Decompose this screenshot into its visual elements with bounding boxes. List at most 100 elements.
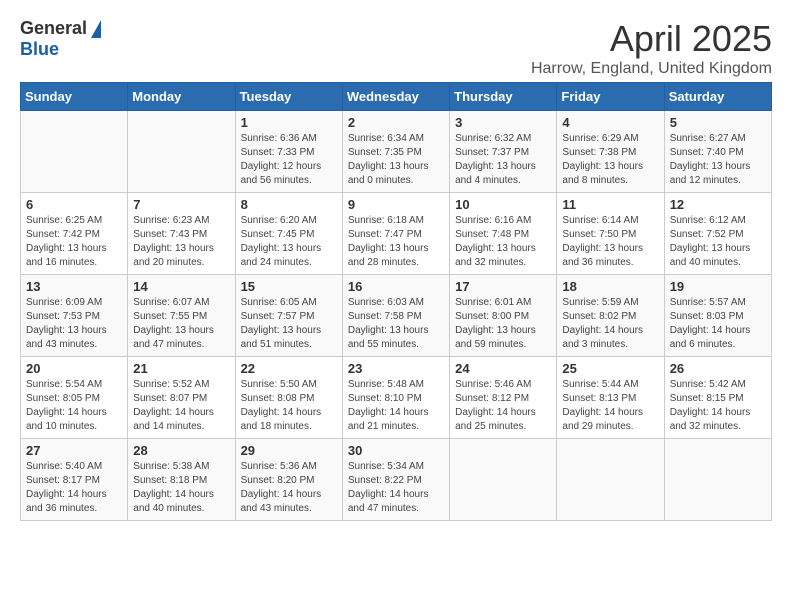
- calendar-day-cell: 4 Sunrise: 6:29 AM Sunset: 7:38 PM Daylig…: [557, 111, 664, 193]
- day-number: 8: [241, 197, 337, 212]
- day-info: Sunrise: 5:59 AM Sunset: 8:02 PM Dayligh…: [562, 296, 658, 352]
- day-number: 9: [348, 197, 444, 212]
- day-info: Sunrise: 5:57 AM Sunset: 8:03 PM Dayligh…: [670, 296, 766, 352]
- calendar-header-row: SundayMondayTuesdayWednesdayThursdayFrid…: [21, 83, 772, 111]
- day-info: Sunrise: 6:16 AM Sunset: 7:48 PM Dayligh…: [455, 214, 551, 270]
- calendar-week-row: 1 Sunrise: 6:36 AM Sunset: 7:33 PM Daylig…: [21, 111, 772, 193]
- day-number: 10: [455, 197, 551, 212]
- calendar-day-cell: [664, 439, 771, 521]
- day-info: Sunrise: 6:27 AM Sunset: 7:40 PM Dayligh…: [670, 132, 766, 188]
- day-info: Sunrise: 5:42 AM Sunset: 8:15 PM Dayligh…: [670, 378, 766, 434]
- day-info: Sunrise: 6:25 AM Sunset: 7:42 PM Dayligh…: [26, 214, 122, 270]
- day-info: Sunrise: 5:38 AM Sunset: 8:18 PM Dayligh…: [133, 460, 229, 516]
- day-number: 18: [562, 279, 658, 294]
- calendar-day-cell: 26Sunrise: 5:42 AM Sunset: 8:15 PM Dayli…: [664, 357, 771, 439]
- calendar-day-cell: 3 Sunrise: 6:32 AM Sunset: 7:37 PM Daylig…: [450, 111, 557, 193]
- day-number: 6: [26, 197, 122, 212]
- day-number: 19: [670, 279, 766, 294]
- calendar-day-cell: 2Sunrise: 6:34 AM Sunset: 7:35 PM Daylig…: [342, 111, 449, 193]
- day-number: 15: [241, 279, 337, 294]
- day-info: Sunrise: 6:34 AM Sunset: 7:35 PM Dayligh…: [348, 132, 444, 188]
- calendar-day-cell: 12 Sunrise: 6:12 AM Sunset: 7:52 PM Dayli…: [664, 193, 771, 275]
- calendar-day-header: Friday: [557, 83, 664, 111]
- day-number: 7: [133, 197, 229, 212]
- day-number: 14: [133, 279, 229, 294]
- day-info: Sunrise: 6:36 AM Sunset: 7:33 PM Dayligh…: [241, 132, 337, 188]
- day-number: 30: [348, 443, 444, 458]
- calendar-day-cell: [128, 111, 235, 193]
- calendar-week-row: 6 Sunrise: 6:25 AM Sunset: 7:42 PM Daylig…: [21, 193, 772, 275]
- day-number: 11: [562, 197, 658, 212]
- day-number: 5: [670, 115, 766, 130]
- day-number: 4: [562, 115, 658, 130]
- calendar-day-cell: 14 Sunrise: 6:07 AM Sunset: 7:55 PM Dayli…: [128, 275, 235, 357]
- day-info: Sunrise: 6:29 AM Sunset: 7:38 PM Dayligh…: [562, 132, 658, 188]
- calendar-day-cell: 30 Sunrise: 5:34 AM Sunset: 8:22 PM Dayli…: [342, 439, 449, 521]
- logo-general-text: General: [20, 18, 87, 39]
- calendar-day-cell: 24 Sunrise: 5:46 AM Sunset: 8:12 PM Dayli…: [450, 357, 557, 439]
- calendar-day-cell: 19 Sunrise: 5:57 AM Sunset: 8:03 PM Dayli…: [664, 275, 771, 357]
- day-number: 29: [241, 443, 337, 458]
- day-info: Sunrise: 6:14 AM Sunset: 7:50 PM Dayligh…: [562, 214, 658, 270]
- logo-blue-text: Blue: [20, 39, 59, 60]
- day-info: Sunrise: 6:18 AM Sunset: 7:47 PM Dayligh…: [348, 214, 444, 270]
- day-number: 25: [562, 361, 658, 376]
- header: General Blue April 2025 Harrow, England,…: [10, 10, 782, 82]
- day-number: 16: [348, 279, 444, 294]
- calendar-day-cell: [21, 111, 128, 193]
- day-number: 22: [241, 361, 337, 376]
- day-info: Sunrise: 5:50 AM Sunset: 8:08 PM Dayligh…: [241, 378, 337, 434]
- day-info: Sunrise: 5:44 AM Sunset: 8:13 PM Dayligh…: [562, 378, 658, 434]
- title-block: April 2025 Harrow, England, United Kingd…: [531, 18, 772, 78]
- day-number: 17: [455, 279, 551, 294]
- calendar-day-header: Thursday: [450, 83, 557, 111]
- calendar-day-header: Tuesday: [235, 83, 342, 111]
- day-number: 1: [241, 115, 337, 130]
- calendar-day-cell: 20Sunrise: 5:54 AM Sunset: 8:05 PM Dayli…: [21, 357, 128, 439]
- calendar-day-cell: 1 Sunrise: 6:36 AM Sunset: 7:33 PM Daylig…: [235, 111, 342, 193]
- day-info: Sunrise: 5:52 AM Sunset: 8:07 PM Dayligh…: [133, 378, 229, 434]
- day-number: 12: [670, 197, 766, 212]
- calendar-day-cell: 25 Sunrise: 5:44 AM Sunset: 8:13 PM Dayli…: [557, 357, 664, 439]
- day-info: Sunrise: 5:40 AM Sunset: 8:17 PM Dayligh…: [26, 460, 122, 516]
- day-info: Sunrise: 5:46 AM Sunset: 8:12 PM Dayligh…: [455, 378, 551, 434]
- calendar-day-cell: 7Sunrise: 6:23 AM Sunset: 7:43 PM Daylig…: [128, 193, 235, 275]
- logo-triangle-icon: [91, 20, 101, 38]
- day-number: 23: [348, 361, 444, 376]
- calendar-day-cell: 16 Sunrise: 6:03 AM Sunset: 7:58 PM Dayli…: [342, 275, 449, 357]
- day-number: 3: [455, 115, 551, 130]
- day-info: Sunrise: 6:20 AM Sunset: 7:45 PM Dayligh…: [241, 214, 337, 270]
- calendar-day-cell: 8 Sunrise: 6:20 AM Sunset: 7:45 PM Daylig…: [235, 193, 342, 275]
- day-info: Sunrise: 6:03 AM Sunset: 7:58 PM Dayligh…: [348, 296, 444, 352]
- day-number: 27: [26, 443, 122, 458]
- calendar-day-cell: 15Sunrise: 6:05 AM Sunset: 7:57 PM Dayli…: [235, 275, 342, 357]
- day-info: Sunrise: 6:07 AM Sunset: 7:55 PM Dayligh…: [133, 296, 229, 352]
- logo: General Blue: [20, 18, 101, 60]
- day-info: Sunrise: 5:48 AM Sunset: 8:10 PM Dayligh…: [348, 378, 444, 434]
- calendar-day-cell: 11 Sunrise: 6:14 AM Sunset: 7:50 PM Dayli…: [557, 193, 664, 275]
- calendar-day-cell: 23 Sunrise: 5:48 AM Sunset: 8:10 PM Dayli…: [342, 357, 449, 439]
- calendar-day-cell: 29Sunrise: 5:36 AM Sunset: 8:20 PM Dayli…: [235, 439, 342, 521]
- calendar-day-cell: 18 Sunrise: 5:59 AM Sunset: 8:02 PM Dayli…: [557, 275, 664, 357]
- calendar-day-cell: 28Sunrise: 5:38 AM Sunset: 8:18 PM Dayli…: [128, 439, 235, 521]
- day-number: 24: [455, 361, 551, 376]
- day-info: Sunrise: 6:32 AM Sunset: 7:37 PM Dayligh…: [455, 132, 551, 188]
- day-info: Sunrise: 6:12 AM Sunset: 7:52 PM Dayligh…: [670, 214, 766, 270]
- calendar-day-cell: 13 Sunrise: 6:09 AM Sunset: 7:53 PM Dayli…: [21, 275, 128, 357]
- day-number: 13: [26, 279, 122, 294]
- calendar-week-row: 20Sunrise: 5:54 AM Sunset: 8:05 PM Dayli…: [21, 357, 772, 439]
- calendar-week-row: 27 Sunrise: 5:40 AM Sunset: 8:17 PM Dayli…: [21, 439, 772, 521]
- month-title: April 2025: [531, 18, 772, 60]
- location-title: Harrow, England, United Kingdom: [531, 60, 772, 78]
- calendar-table: SundayMondayTuesdayWednesdayThursdayFrid…: [20, 82, 772, 521]
- calendar-day-cell: [450, 439, 557, 521]
- day-number: 20: [26, 361, 122, 376]
- day-info: Sunrise: 6:09 AM Sunset: 7:53 PM Dayligh…: [26, 296, 122, 352]
- calendar-day-cell: 27 Sunrise: 5:40 AM Sunset: 8:17 PM Dayli…: [21, 439, 128, 521]
- calendar-day-cell: 17Sunrise: 6:01 AM Sunset: 8:00 PM Dayli…: [450, 275, 557, 357]
- calendar-day-cell: [557, 439, 664, 521]
- day-info: Sunrise: 5:34 AM Sunset: 8:22 PM Dayligh…: [348, 460, 444, 516]
- calendar-day-header: Saturday: [664, 83, 771, 111]
- calendar-day-cell: 22 Sunrise: 5:50 AM Sunset: 8:08 PM Dayli…: [235, 357, 342, 439]
- calendar-day-cell: 10 Sunrise: 6:16 AM Sunset: 7:48 PM Dayli…: [450, 193, 557, 275]
